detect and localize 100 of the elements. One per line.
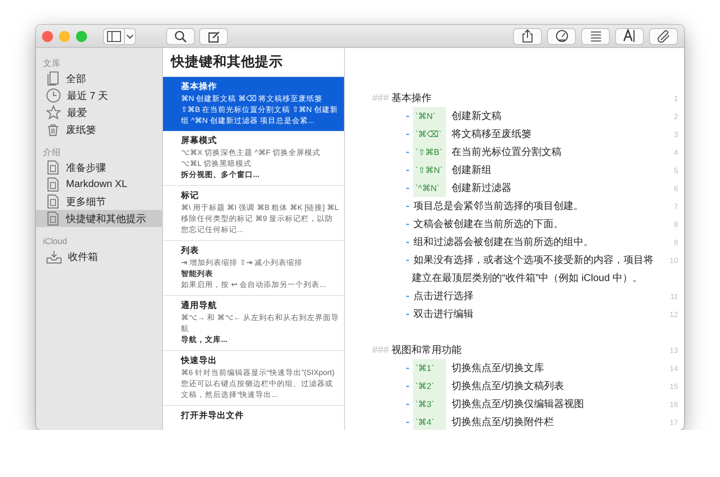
note-title: 列表 bbox=[181, 245, 200, 256]
list-item-text: 双击进行编辑 bbox=[413, 308, 474, 321]
sidebar-item[interactable]: 快捷键和其他提示 bbox=[36, 210, 162, 227]
list-bullet: - bbox=[406, 128, 410, 140]
notes-stack-icon bbox=[46, 71, 60, 86]
list-item-text: 组和过滤器会被创建在当前所选的组中。 bbox=[413, 236, 594, 249]
new-note-button[interactable] bbox=[199, 28, 228, 44]
search-icon bbox=[174, 30, 187, 42]
list-bullet: - bbox=[406, 236, 410, 248]
document-icon bbox=[46, 211, 60, 226]
share-icon bbox=[521, 29, 534, 43]
note-title: 打开并导出文件 bbox=[181, 410, 245, 421]
trash-icon bbox=[46, 122, 60, 136]
sidebar-item-label: 最近 7 天 bbox=[67, 90, 108, 102]
note-title: 屏幕模式 bbox=[181, 135, 218, 146]
list-item-text: 在当前光标位置分割文稿 bbox=[451, 146, 562, 159]
inbox-icon bbox=[46, 250, 62, 264]
font-icon bbox=[623, 29, 636, 43]
sidebar-item-label: 废纸篓 bbox=[66, 124, 96, 136]
document-icon bbox=[46, 194, 60, 209]
note-title: 基本操作 bbox=[181, 81, 218, 92]
share-button[interactable] bbox=[513, 28, 542, 44]
sidebar-item[interactable]: 收件箱 bbox=[36, 248, 162, 265]
sidebar-item[interactable]: 最近 7 天 bbox=[36, 87, 162, 104]
sidebar-icon bbox=[106, 30, 122, 42]
list-bullet: - bbox=[406, 254, 410, 266]
attachment-button[interactable] bbox=[649, 28, 678, 44]
heading-marker: ### bbox=[372, 92, 389, 104]
list-bullet: - bbox=[406, 308, 410, 320]
list-item-text: 建立在最顶层类别的“收件箱”中（例如 iCloud 中）。 bbox=[412, 272, 644, 285]
list-item-text: 创建新组 bbox=[451, 164, 492, 177]
list-bullet: - bbox=[406, 416, 410, 428]
shortcut-code: `⌘4` bbox=[413, 413, 446, 430]
star-icon bbox=[46, 105, 61, 120]
document-icon bbox=[46, 160, 60, 175]
shortcut-code: `⌘N` bbox=[413, 107, 446, 125]
clock-icon bbox=[46, 88, 61, 103]
sidebar-item-label: 准备步骤 bbox=[66, 162, 106, 174]
note-title: 快速导出 bbox=[181, 355, 218, 366]
heading-text: 基本操作 bbox=[392, 92, 433, 105]
search-button[interactable] bbox=[166, 28, 195, 44]
sidebar-item-label: 全部 bbox=[66, 72, 86, 86]
list-bullet: - bbox=[406, 218, 410, 230]
list-item-text: 切换焦点至/切换文库 bbox=[451, 362, 546, 375]
sidebar-item[interactable]: Markdown XL bbox=[36, 176, 162, 193]
paperclip-icon bbox=[656, 29, 670, 43]
list-bullet: - bbox=[406, 182, 410, 194]
shortcut-code: `⌘2` bbox=[413, 377, 446, 395]
list-item-text: 创建新文稿 bbox=[451, 110, 502, 123]
list-item-text: 文稿会被创建在当前所选的下面。 bbox=[413, 218, 564, 231]
gauge-icon bbox=[554, 29, 568, 43]
caret-icon bbox=[126, 32, 134, 40]
sidebar-item-label: 最爱 bbox=[67, 106, 87, 120]
list-bullet: - bbox=[406, 200, 410, 212]
heading-text: 视图和常用功能 bbox=[392, 344, 463, 357]
document-icon bbox=[46, 177, 60, 192]
sidebar-item-label: Markdown XL bbox=[66, 179, 128, 190]
list-item-text: 将文稿移至废纸篓 bbox=[451, 128, 532, 141]
note-title: 标记 bbox=[181, 190, 200, 201]
sidebar-toggle-button[interactable] bbox=[103, 28, 125, 44]
list-item-text: 创建新过滤器 bbox=[451, 182, 512, 195]
list-bullet: - bbox=[406, 164, 410, 176]
note-title: 通用导航 bbox=[181, 300, 218, 311]
sidebar-item[interactable]: 最爱 bbox=[36, 104, 162, 121]
list-item-text: 切换焦点至/切换文稿列表 bbox=[451, 380, 566, 393]
shortcut-code: `⇧⌘B` bbox=[413, 143, 446, 161]
list-bullet: - bbox=[406, 398, 410, 410]
list-item-text: 如果没有选择，或者这个选项不接受新的内容，项目将 bbox=[413, 254, 654, 267]
font-button[interactable] bbox=[615, 28, 644, 44]
list-icon bbox=[590, 30, 602, 42]
list-item-text: 点击进行选择 bbox=[413, 290, 474, 303]
shortcut-code: `^⌘N` bbox=[413, 179, 446, 197]
sidebar-item-label: 更多细节 bbox=[66, 196, 106, 208]
list-bullet: - bbox=[406, 380, 410, 392]
sidebar-item-label: 收件箱 bbox=[68, 250, 98, 264]
list-button[interactable] bbox=[581, 28, 610, 44]
statistics-button[interactable] bbox=[547, 28, 576, 44]
shortcut-code: `⌘⌫` bbox=[413, 125, 446, 143]
sidebar-section-header: 介绍 bbox=[42, 146, 62, 159]
list-bullet: - bbox=[406, 362, 410, 374]
shortcut-code: `⇧⌘N` bbox=[413, 161, 446, 179]
list-bullet: - bbox=[406, 110, 410, 122]
sidebar-item[interactable]: 废纸篓 bbox=[36, 121, 162, 138]
shortcut-code: `⌘3` bbox=[413, 395, 446, 413]
sidebar-section-header: 文库 bbox=[42, 57, 62, 70]
list-bullet: - bbox=[406, 146, 410, 158]
list-item-text: 切换焦点至/切换仅编辑器视图 bbox=[451, 398, 586, 411]
sidebar-item-label: 快捷键和其他提示 bbox=[66, 212, 146, 226]
sidebar-item[interactable]: 更多细节 bbox=[36, 193, 162, 210]
shortcut-code: `⌘1` bbox=[413, 359, 446, 377]
sidebar-item[interactable]: 准备步骤 bbox=[36, 159, 162, 176]
note-card[interactable]: 打开并导出文件 bbox=[163, 405, 344, 427]
sidebar-item[interactable]: 全部 bbox=[36, 70, 162, 87]
list-bullet: - bbox=[406, 290, 410, 302]
heading-marker: ### bbox=[372, 344, 389, 356]
list-item-text: 切换焦点至/切换附件栏 bbox=[451, 416, 556, 429]
list-item-text: 项目总是会紧邻当前选择的项目创建。 bbox=[413, 200, 584, 213]
compose-icon bbox=[207, 30, 220, 42]
sidebar-menu-button[interactable] bbox=[125, 28, 136, 44]
sidebar-section-header: iCloud bbox=[42, 235, 68, 248]
